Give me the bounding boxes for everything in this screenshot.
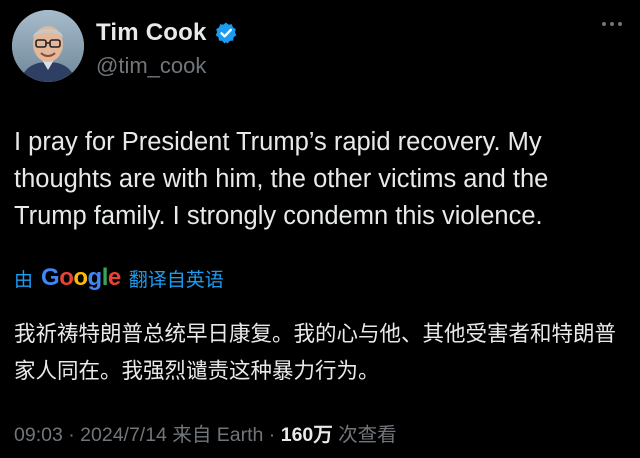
tweet-metadata: 09:03 · 2024/7/14 来自 Earth · 160万 次查看 bbox=[14, 418, 397, 447]
google-logo-letter: g bbox=[87, 264, 103, 291]
name-row: Tim Cook bbox=[96, 16, 238, 50]
tweet-source: 来自 Earth bbox=[166, 424, 264, 446]
meta-separator: · bbox=[263, 424, 281, 446]
translated-by-label: 由 bbox=[14, 269, 34, 291]
tweet-text: I pray for President Trump’s rapid recov… bbox=[14, 128, 549, 230]
tweet-date[interactable]: 2024/7/14 bbox=[80, 424, 167, 446]
tweet-card: Tim Cook @tim_cook I pray for President … bbox=[0, 0, 640, 458]
handle[interactable]: @tim_cook bbox=[96, 53, 238, 79]
google-logo-letter: G bbox=[41, 264, 60, 291]
google-logo-letter: o bbox=[59, 264, 74, 291]
google-logo-letter: o bbox=[73, 264, 88, 291]
verified-badge-icon bbox=[214, 21, 238, 45]
views-label: 次查看 bbox=[332, 424, 397, 446]
meta-separator: · bbox=[62, 424, 81, 446]
google-logo: Google bbox=[41, 264, 121, 292]
display-name[interactable]: Tim Cook bbox=[96, 19, 207, 47]
google-logo-letter: e bbox=[107, 264, 121, 291]
avatar[interactable] bbox=[12, 10, 84, 82]
more-options-icon[interactable] bbox=[602, 22, 622, 26]
views-count[interactable]: 160万 bbox=[281, 424, 333, 446]
tweet-time[interactable]: 09:03 bbox=[14, 424, 63, 446]
avatar-image bbox=[12, 10, 84, 82]
author-block: Tim Cook @tim_cook bbox=[96, 16, 238, 79]
translated-from-english-link[interactable]: 翻译自英语 bbox=[129, 265, 224, 292]
translated-text: 我祈祷特朗普总统早日康复。我的心与他、其他受害者和特朗普家人同在。我强烈谴责这种… bbox=[14, 322, 617, 383]
translation-attribution: 由 Google 翻译自英语 bbox=[14, 264, 224, 292]
